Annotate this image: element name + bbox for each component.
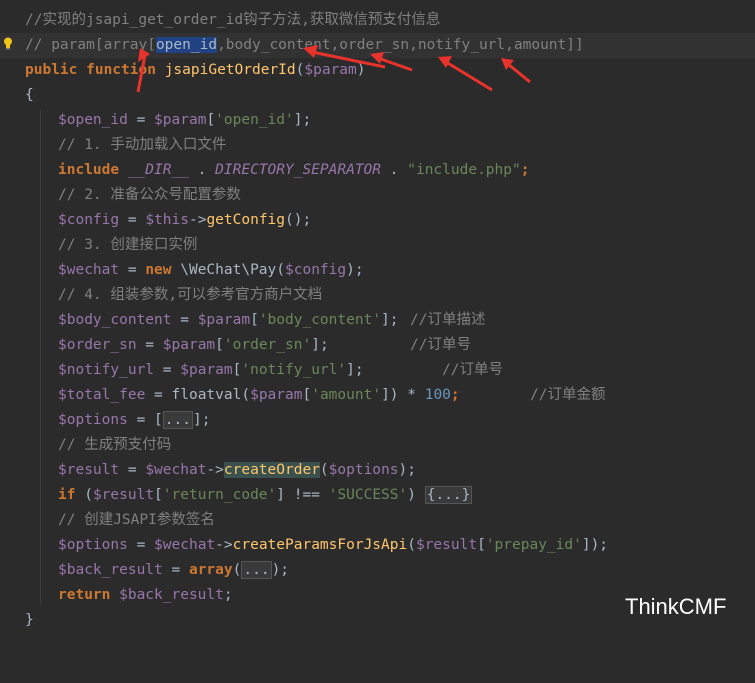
comment: //实现的jsapi_get_order_id钩子方法,获取微信预支付信息 bbox=[25, 12, 441, 28]
code-line-9[interactable]: $config = $this->getConfig(); bbox=[0, 208, 755, 233]
code-line-2[interactable]: // param[array[open_id,body_content,orde… bbox=[0, 33, 755, 58]
code-line-6[interactable]: // 1. 手动加载入口文件 bbox=[0, 133, 755, 158]
code-line-5[interactable]: $open_id = $param['open_id']; bbox=[0, 108, 755, 133]
comment: //订单金额 bbox=[530, 387, 606, 403]
comment: //订单号 bbox=[410, 337, 471, 353]
code-line-4[interactable]: { bbox=[0, 83, 755, 108]
function-name[interactable]: jsapiGetOrderId bbox=[165, 62, 296, 78]
code-line-13[interactable]: $body_content = $param['body_content']; … bbox=[0, 308, 755, 333]
folded-code[interactable]: ... bbox=[241, 561, 272, 579]
code-line-15[interactable]: $notify_url = $param['notify_url']; //订单… bbox=[0, 358, 755, 383]
watermark-logo: ThinkCMF bbox=[625, 594, 727, 619]
comment: //订单描述 bbox=[410, 312, 486, 328]
param-comment: // param[array[open_id,body_content,orde… bbox=[25, 37, 584, 53]
code-line-14[interactable]: $order_sn = $param['order_sn']; //订单号 bbox=[0, 333, 755, 358]
code-line-18[interactable]: // 生成预支付码 bbox=[0, 433, 755, 458]
code-line-19[interactable]: $result = $wechat->createOrder($options)… bbox=[0, 458, 755, 483]
code-line-22[interactable]: $options = $wechat->createParamsForJsApi… bbox=[0, 533, 755, 558]
code-line-1[interactable]: //实现的jsapi_get_order_id钩子方法,获取微信预支付信息 bbox=[0, 8, 755, 33]
selected-text[interactable]: open_id bbox=[155, 37, 218, 53]
code-line-11[interactable]: $wechat = new \WeChat\Pay($config); bbox=[0, 258, 755, 283]
code-line-17[interactable]: $options = [...]; bbox=[0, 408, 755, 433]
code-line-10[interactable]: // 3. 创建接口实例 bbox=[0, 233, 755, 258]
code-line-20[interactable]: if ($result['return_code'] !== 'SUCCESS'… bbox=[0, 483, 755, 508]
method-highlight[interactable]: createOrder bbox=[223, 462, 320, 478]
code-line-16[interactable]: $total_fee = floatval($param['amount']) … bbox=[0, 383, 755, 408]
code-line-23[interactable]: $back_result = array(...); bbox=[0, 558, 755, 583]
code-line-21[interactable]: // 创建JSAPI参数签名 bbox=[0, 508, 755, 533]
code-line-7[interactable]: include __DIR__ . DIRECTORY_SEPARATOR . … bbox=[0, 158, 755, 183]
folded-code[interactable]: {...} bbox=[424, 486, 473, 504]
code-line-3[interactable]: public function jsapiGetOrderId($param) bbox=[0, 58, 755, 83]
code-line-8[interactable]: // 2. 准备公众号配置参数 bbox=[0, 183, 755, 208]
lightbulb-icon[interactable] bbox=[3, 37, 13, 50]
folded-code[interactable]: ... bbox=[162, 411, 193, 429]
code-editor[interactable]: //实现的jsapi_get_order_id钩子方法,获取微信预支付信息 //… bbox=[0, 0, 755, 635]
comment: //订单号 bbox=[442, 362, 503, 378]
indent-guide bbox=[40, 110, 41, 605]
code-line-12[interactable]: // 4. 组装参数,可以参考官方商户文档 bbox=[0, 283, 755, 308]
